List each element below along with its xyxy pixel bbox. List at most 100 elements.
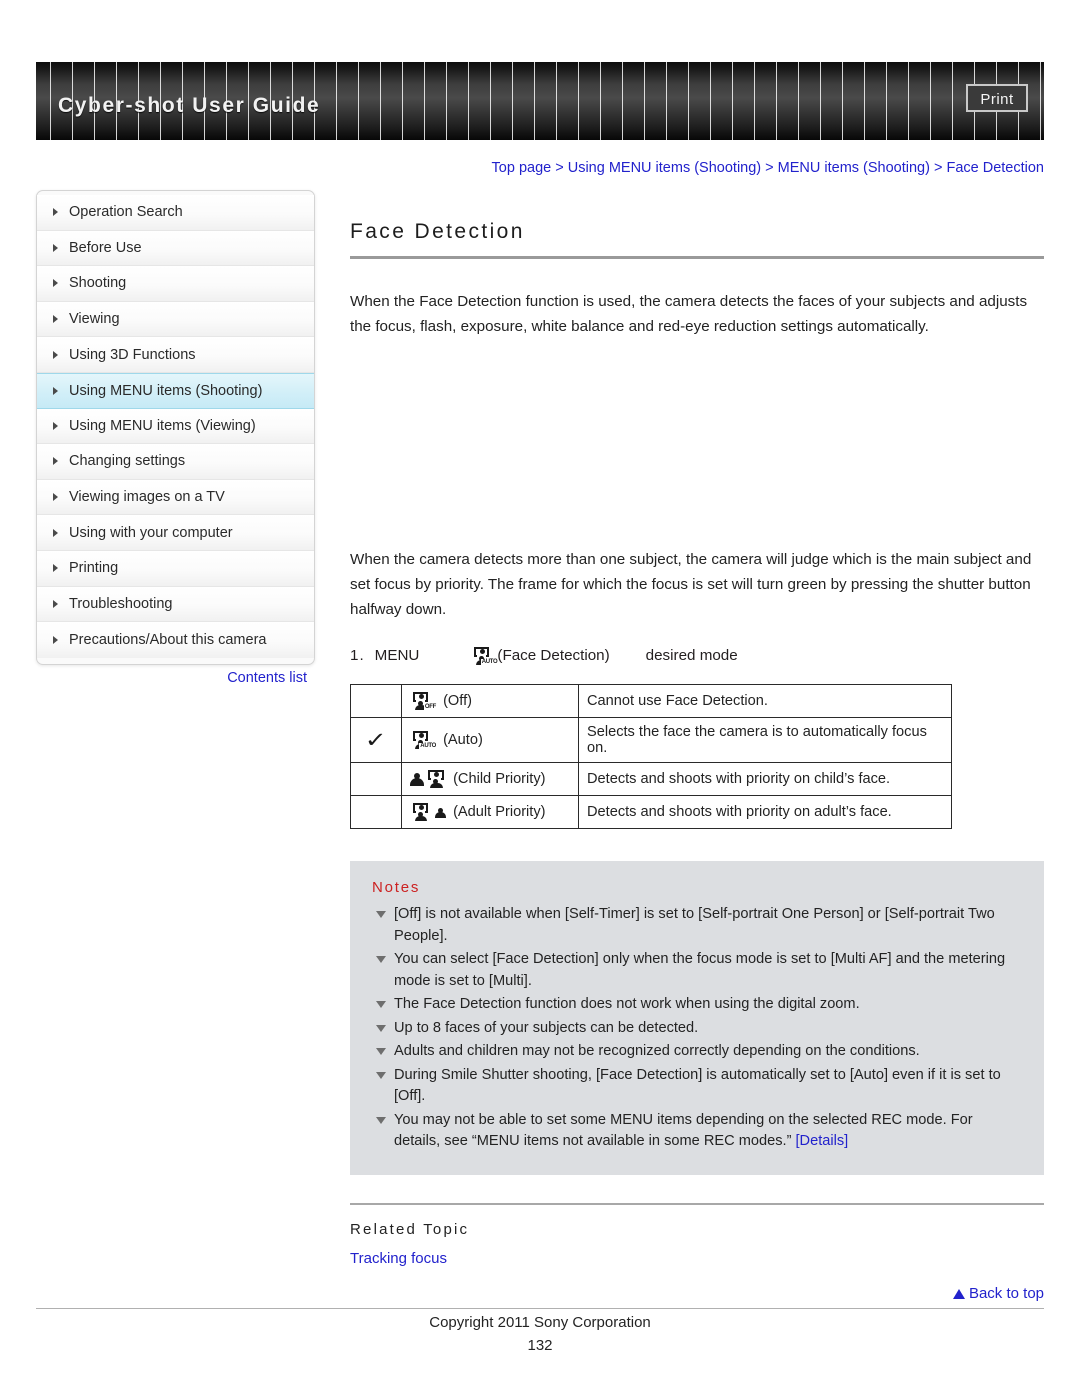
notes-panel: Notes [Off] is not available when [Self-… (350, 861, 1044, 1175)
related-topic-link[interactable]: Tracking focus (350, 1250, 1044, 1267)
sidebar-item-viewing-images-on-a-tv[interactable]: Viewing images on a TV (37, 479, 314, 516)
note-item: [Off] is not available when [Self-Timer]… (372, 904, 1022, 947)
step-trailing-label: desired mode (645, 647, 738, 664)
contents-list-link[interactable]: Contents list (36, 670, 315, 686)
back-to-top-link[interactable]: Back to top (350, 1285, 1044, 1302)
triangle-down-icon (376, 956, 386, 963)
triangle-down-icon (376, 1071, 386, 1079)
description-paragraph: When the camera detects more than one su… (350, 551, 1032, 618)
sidebar-item-label: Using 3D Functions (69, 346, 196, 363)
note-item: You can select [Face Detection] only whe… (372, 949, 1022, 992)
sidebar-item-precautions-about-this-camera[interactable]: Precautions/About this camera (37, 622, 314, 658)
description-cell: Cannot use Face Detection. (578, 684, 952, 718)
sidebar-item-label: Changing settings (69, 453, 186, 470)
mode-cell: OFF (Off) (401, 684, 579, 718)
table-row: (Adult Priority) Detects and shoots with… (350, 795, 952, 829)
table-row: (Child Priority) Detects and shoots with… (350, 762, 952, 796)
chevron-right-icon (53, 279, 58, 288)
note-text: Adults and children may not be recognize… (394, 1043, 920, 1059)
icon-tag-label: AUTO (419, 742, 437, 750)
illustration-placeholder (350, 349, 1044, 547)
chevron-right-icon (53, 386, 58, 395)
chevron-right-icon (53, 350, 58, 359)
chevron-right-icon (53, 528, 58, 537)
sidebar-item-label: Troubleshooting (69, 595, 173, 612)
main-content: Top page > Using MENU items (Shooting) >… (350, 160, 1044, 1267)
sidebar-item-using-menu-items-viewing[interactable]: Using MENU items (Viewing) (37, 408, 314, 445)
description-cell: Selects the face the camera is to automa… (578, 717, 952, 763)
sidebar-item-troubleshooting[interactable]: Troubleshooting (37, 586, 314, 623)
step-icon-caption: (Face Detection) (497, 647, 610, 664)
chevron-right-icon (53, 243, 58, 252)
notes-title: Notes (372, 879, 421, 896)
chevron-right-icon (53, 564, 58, 573)
sidebar-item-shooting[interactable]: Shooting (37, 266, 314, 302)
mode-label: (Adult Priority) (453, 804, 546, 820)
sidebar-item-using-with-your-computer[interactable]: Using with your computer (37, 515, 314, 551)
copyright-text: Copyright 2011 Sony Corporation (429, 1314, 651, 1331)
print-button[interactable]: Print (966, 84, 1028, 112)
note-text: [Off] is not available when [Self-Timer]… (394, 906, 995, 944)
face-detection-off-icon: OFF (410, 691, 437, 711)
triangle-down-icon (376, 1116, 386, 1124)
icon-tag-label: OFF (423, 703, 437, 711)
page-footer: Copyright 2011 Sony Corporation 132 (0, 1314, 1080, 1354)
sidebar-item-printing[interactable]: Printing (37, 550, 314, 587)
note-text-body: You may not be able to set some MENU ite… (394, 1111, 973, 1150)
sidebar-item-using-menu-items-shooting[interactable]: Using MENU items (Shooting) (37, 372, 314, 409)
default-check-cell (350, 762, 402, 796)
sidebar-item-changing-settings[interactable]: Changing settings (37, 444, 314, 480)
sidebar-nav: Operation Search Before Use Shooting Vie… (36, 190, 315, 665)
chevron-right-icon (53, 493, 58, 502)
menu-step-line: 1. MENU AUTO (Face Detection) desired mo… (350, 644, 1044, 668)
step-number: 1. (350, 647, 365, 664)
chevron-right-icon (53, 208, 58, 217)
sidebar-item-label: Shooting (69, 275, 127, 292)
sidebar-item-label: Before Use (69, 239, 142, 256)
sidebar-item-label: Printing (69, 560, 119, 577)
note-item: Up to 8 faces of your subjects can be de… (372, 1018, 1022, 1040)
default-check-cell (350, 795, 402, 829)
triangle-down-icon (376, 1048, 386, 1055)
face-detection-auto-icon: AUTO (410, 730, 437, 750)
note-text: During Smile Shutter shooting, [Face Det… (394, 1066, 1001, 1105)
chevron-right-icon (53, 599, 58, 608)
related-topic-section: Related Topic Tracking focus (350, 1202, 1044, 1267)
sidebar-item-operation-search[interactable]: Operation Search (37, 195, 314, 231)
sidebar-item-using-3d-functions[interactable]: Using 3D Functions (37, 337, 314, 373)
sidebar-item-label: Using with your computer (69, 524, 233, 541)
description-cell: Detects and shoots with priority on chil… (578, 762, 952, 796)
default-check-cell: ✓ (350, 717, 402, 763)
footer-divider (36, 1308, 1044, 1309)
mode-cell: (Adult Priority) (401, 795, 579, 829)
face-detection-child-priority-icon (410, 769, 446, 789)
triangle-down-icon (376, 1024, 386, 1032)
note-item: Adults and children may not be recognize… (372, 1041, 1022, 1063)
sidebar-item-viewing[interactable]: Viewing (37, 301, 314, 338)
sidebar-item-label: Precautions/About this camera (69, 631, 267, 648)
intro-paragraph: When the Face Detection function is used… (350, 293, 1028, 335)
table-row: ✓ AUTO (Auto) Selects the face the camer… (350, 717, 952, 763)
mode-label: (Child Priority) (453, 771, 546, 787)
triangle-down-icon (376, 911, 386, 918)
app-header-banner: Cyber-shot User Guide Print (36, 62, 1044, 140)
note-text: You can select [Face Detection] only whe… (394, 951, 1006, 989)
sidebar-item-before-use[interactable]: Before Use (37, 230, 314, 267)
note-text: Up to 8 faces of your subjects can be de… (394, 1019, 699, 1036)
checkmark-icon: ✓ (364, 728, 387, 752)
breadcrumb[interactable]: Top page > Using MENU items (Shooting) >… (350, 160, 1044, 176)
app-title: Cyber-shot User Guide (58, 94, 321, 117)
triangle-up-icon (952, 1289, 965, 1299)
default-check-cell (350, 684, 402, 718)
page-title: Face Detection (350, 220, 1044, 259)
sidebar-item-label: Viewing images on a TV (69, 489, 225, 506)
sidebar-item-label: Operation Search (69, 204, 183, 221)
sidebar-item-label: Using MENU items (Viewing) (69, 417, 256, 434)
note-text: You may not be able to set some MENU ite… (394, 1110, 1022, 1153)
sidebar-item-label: Using MENU items (Shooting) (69, 382, 263, 399)
mode-cell: (Child Priority) (401, 762, 579, 796)
details-link[interactable]: [Details] (795, 1133, 848, 1149)
face-detection-auto-icon: AUTO (471, 646, 499, 666)
related-topic-title: Related Topic (350, 1220, 470, 1238)
table-row: OFF (Off) Cannot use Face Detection. (350, 684, 952, 718)
